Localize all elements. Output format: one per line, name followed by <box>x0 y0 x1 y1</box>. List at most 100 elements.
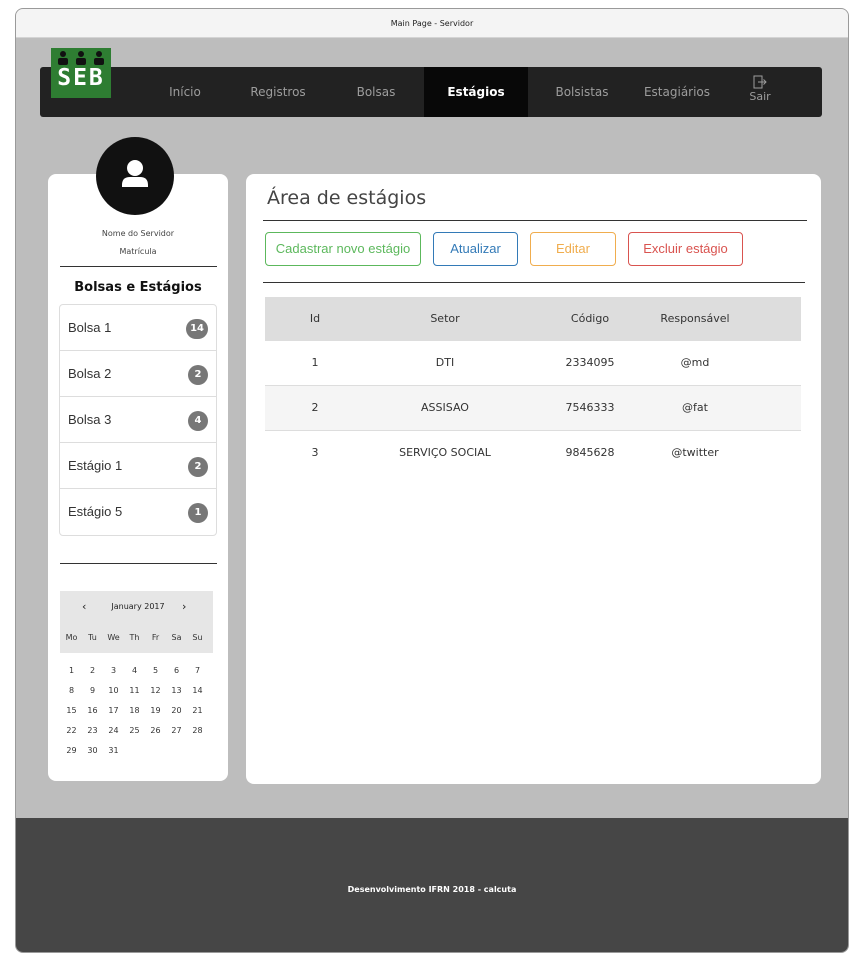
calendar-day[interactable]: 5 <box>146 666 165 675</box>
refresh-button[interactable]: Atualizar <box>433 232 518 266</box>
window-title: Main Page - Servidor <box>16 9 848 38</box>
calendar-day[interactable]: 3 <box>104 666 123 675</box>
internships-table: Id Setor Código Responsável 1 DTI 233409… <box>265 297 801 476</box>
calendar-day[interactable]: 12 <box>146 686 165 695</box>
weekday-label: Tu <box>88 633 97 642</box>
list-item-label: Bolsa 1 <box>68 320 112 335</box>
weekday-label: Mo <box>65 633 78 642</box>
cell-responsavel: @md <box>680 356 710 369</box>
calendar-header: ‹ January 2017 › <box>60 591 213 623</box>
list-item-bolsa-2[interactable]: Bolsa 2 2 <box>60 351 216 397</box>
list-item-estagio-1[interactable]: Estágio 1 2 <box>60 443 216 489</box>
calendar-day[interactable]: 28 <box>188 726 207 735</box>
count-badge: 1 <box>188 503 208 523</box>
list-item-label: Estágio 1 <box>68 458 123 473</box>
toolbar-divider <box>263 282 805 283</box>
calendar-day[interactable]: 8 <box>62 686 81 695</box>
nav-item-estagios[interactable]: Estágios <box>424 67 528 117</box>
calendar-day[interactable]: 18 <box>125 706 144 715</box>
page-footer: Desenvolvimento IFRN 2018 - calcuta <box>16 818 848 952</box>
user-icon <box>122 160 148 187</box>
logout-button[interactable]: Sair <box>740 75 780 103</box>
nav-item-estagiarios[interactable]: Estagiários <box>632 67 722 117</box>
calendar-day[interactable]: 25 <box>125 726 144 735</box>
calendar-day[interactable]: 11 <box>125 686 144 695</box>
delete-internship-button[interactable]: Excluir estágio <box>628 232 743 266</box>
calendar-day[interactable]: 23 <box>83 726 102 735</box>
list-item-label: Estágio 5 <box>68 504 123 519</box>
create-internship-button[interactable]: Cadastrar novo estágio <box>265 232 421 266</box>
calendar-day[interactable]: 1 <box>62 666 81 675</box>
list-item-label: Bolsa 3 <box>68 412 112 427</box>
calendar-day[interactable]: 2 <box>83 666 102 675</box>
nav-item-bolsas[interactable]: Bolsas <box>340 67 412 117</box>
chevron-left-icon[interactable]: ‹ <box>82 600 86 613</box>
calendar-day[interactable]: 14 <box>188 686 207 695</box>
sidebar-title: Bolsas e Estágios <box>74 280 202 295</box>
chevron-right-icon[interactable]: › <box>182 600 186 613</box>
list-item-bolsa-1[interactable]: Bolsa 1 14 <box>60 305 216 351</box>
sidebar-divider <box>60 563 217 564</box>
calendar-day[interactable]: 10 <box>104 686 123 695</box>
list-item-estagio-5[interactable]: Estágio 5 1 <box>60 489 216 535</box>
calendar-day[interactable]: 26 <box>146 726 165 735</box>
cell-responsavel: @fat <box>682 401 708 414</box>
table-row[interactable]: 3 SERVIÇO SOCIAL 9845628 @twitter <box>265 431 801 476</box>
calendar-day[interactable]: 29 <box>62 746 81 755</box>
calendar-day[interactable]: 30 <box>83 746 102 755</box>
table-row[interactable]: 1 DTI 2334095 @md <box>265 341 801 386</box>
edit-button[interactable]: Editar <box>530 232 616 266</box>
cell-setor: ASSISAO <box>421 401 469 414</box>
column-header-id[interactable]: Id <box>265 297 365 341</box>
calendar-day[interactable]: 31 <box>104 746 123 755</box>
nav-item-registros[interactable]: Registros <box>236 67 320 117</box>
page-title: Área de estágios <box>267 187 427 209</box>
cell-id: 2 <box>311 401 319 414</box>
cell-id: 3 <box>311 446 319 459</box>
count-badge: 14 <box>186 319 208 339</box>
column-header-setor[interactable]: Setor <box>365 297 525 341</box>
calendar-day[interactable]: 7 <box>188 666 207 675</box>
avatar <box>96 137 174 215</box>
seb-logo[interactable]: SEB <box>51 48 111 98</box>
calendar-weekdays: Mo Tu We Th Fr Sa Su <box>60 623 213 653</box>
cell-setor: DTI <box>435 356 455 369</box>
weekday-label: Fr <box>151 633 160 642</box>
calendar-day[interactable]: 9 <box>83 686 102 695</box>
server-name: Nome do Servidor <box>101 229 175 238</box>
list-item-label: Bolsa 2 <box>68 366 112 381</box>
logo-text: SEB <box>57 65 105 91</box>
calendar-day[interactable]: 20 <box>167 706 186 715</box>
main-panel: Área de estágios Cadastrar novo estágio … <box>246 174 821 784</box>
calendar-day[interactable]: 27 <box>167 726 186 735</box>
logout-icon <box>753 75 767 89</box>
logout-label: Sair <box>749 90 771 103</box>
nav-item-bolsistas[interactable]: Bolsistas <box>540 67 624 117</box>
calendar-day[interactable]: 16 <box>83 706 102 715</box>
sidebar-panel: Bolsas e Estágios Bolsa 1 14 Bolsa 2 2 B… <box>48 174 228 781</box>
sidebar-list: Bolsa 1 14 Bolsa 2 2 Bolsa 3 4 Estágio 1… <box>59 304 217 536</box>
calendar-day[interactable]: 4 <box>125 666 144 675</box>
title-divider <box>263 220 807 221</box>
table-row[interactable]: 2 ASSISAO 7546333 @fat <box>265 386 801 431</box>
column-header-responsavel[interactable]: Responsável <box>625 297 765 341</box>
calendar-day[interactable]: 15 <box>62 706 81 715</box>
people-icon <box>58 51 104 65</box>
count-badge: 2 <box>188 457 208 477</box>
sidebar-divider <box>60 266 217 267</box>
cell-setor: SERVIÇO SOCIAL <box>399 446 491 459</box>
calendar-day[interactable]: 17 <box>104 706 123 715</box>
calendar-month: January 2017 <box>111 602 165 611</box>
cell-id: 1 <box>311 356 319 369</box>
main-navbar: SEB Início Registros Bolsas Estágios Bol… <box>40 48 822 117</box>
calendar-day[interactable]: 21 <box>188 706 207 715</box>
calendar-day[interactable]: 13 <box>167 686 186 695</box>
calendar-day[interactable]: 6 <box>167 666 186 675</box>
weekday-label: Sa <box>171 633 182 642</box>
calendar-day[interactable]: 22 <box>62 726 81 735</box>
weekday-label: We <box>107 633 120 642</box>
list-item-bolsa-3[interactable]: Bolsa 3 4 <box>60 397 216 443</box>
calendar-day[interactable]: 24 <box>104 726 123 735</box>
calendar-day[interactable]: 19 <box>146 706 165 715</box>
nav-item-inicio[interactable]: Início <box>149 67 221 117</box>
